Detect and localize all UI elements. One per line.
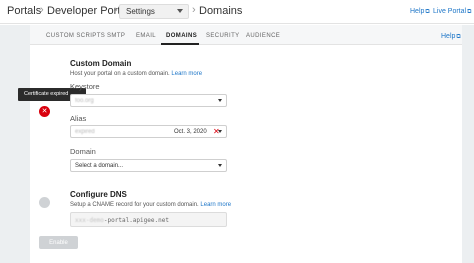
custom-domain-learn-more-link[interactable]: Learn more xyxy=(171,71,202,77)
configure-dns-learn-more-link[interactable]: Learn more xyxy=(200,202,231,208)
dns-step-indicator xyxy=(39,197,50,208)
help-link[interactable]: Help⧉ xyxy=(410,8,430,16)
alias-select[interactable]: expired Oct. 3, 2020 ✕ xyxy=(70,125,227,138)
chevron-down-icon xyxy=(218,99,222,102)
error-x-icon[interactable]: ✕ xyxy=(39,106,50,117)
alias-value: expired xyxy=(75,129,95,135)
tab-audience[interactable]: AUDIENCE xyxy=(246,33,280,39)
alias-expiry-date: Oct. 3, 2020 xyxy=(174,129,207,135)
tab-email[interactable]: EMAIL xyxy=(136,33,156,39)
configure-dns-description: Setup a CNAME record for your custom dom… xyxy=(70,202,231,208)
panel-help-link[interactable]: Help⧉ xyxy=(441,33,461,41)
tab-custom-scripts[interactable]: CUSTOM SCRIPTS xyxy=(46,33,105,39)
custom-domain-description: Host your portal on a custom domain. Lea… xyxy=(70,71,202,77)
breadcrumb-separator: › xyxy=(40,4,44,16)
live-portal-link-label: Live Portal xyxy=(433,8,467,15)
cname-prefix: xxx-demo xyxy=(75,217,104,224)
help-link-label: Help xyxy=(410,8,425,15)
cname-value-field[interactable]: xxx-demo-portal.apigee.net xyxy=(70,212,227,227)
breadcrumb-separator: › xyxy=(114,4,118,16)
custom-domain-title: Custom Domain xyxy=(70,59,132,68)
cname-suffix: -portal.apigee.net xyxy=(103,217,169,224)
right-gutter xyxy=(462,25,474,263)
domain-select[interactable]: Select a domain... xyxy=(70,159,227,172)
settings-tabs: CUSTOM SCRIPTS SMTP EMAIL DOMAINS SECURI… xyxy=(30,25,462,45)
active-tab-indicator xyxy=(161,43,199,45)
domain-select-placeholder: Select a domain... xyxy=(75,163,124,169)
chevron-down-icon xyxy=(218,164,222,167)
alias-label: Alias xyxy=(70,114,87,123)
panel-help-label: Help xyxy=(441,33,456,40)
live-portal-link[interactable]: Live Portal⧉ xyxy=(433,8,471,16)
breadcrumb-portals[interactable]: Portals xyxy=(7,5,41,17)
external-link-icon: ⧉ xyxy=(425,9,430,15)
keystore-select[interactable]: foo.org xyxy=(70,94,227,107)
tab-domains[interactable]: DOMAINS xyxy=(166,33,197,39)
external-link-icon: ⧉ xyxy=(456,34,461,40)
page-title: Domains xyxy=(199,5,243,17)
chevron-down-icon xyxy=(177,9,183,13)
tab-smtp[interactable]: SMTP xyxy=(107,33,125,39)
top-bar: Portals › Developer Portal › Settings › … xyxy=(0,0,474,24)
custom-domain-description-text: Host your portal on a custom domain. xyxy=(70,71,170,77)
settings-select[interactable]: Settings xyxy=(119,4,189,19)
keystore-value: foo.org xyxy=(75,98,94,104)
configure-dns-title: Configure DNS xyxy=(70,190,127,199)
left-gutter xyxy=(0,25,30,263)
breadcrumb-separator: › xyxy=(192,4,196,16)
chevron-down-icon xyxy=(218,130,222,133)
enable-button[interactable]: Enable xyxy=(39,236,78,249)
settings-select-value: Settings xyxy=(126,7,155,16)
external-link-icon: ⧉ xyxy=(467,9,472,15)
tab-security[interactable]: SECURITY xyxy=(206,33,240,39)
configure-dns-description-text: Setup a CNAME record for your custom dom… xyxy=(70,202,199,208)
domain-label: Domain xyxy=(70,147,96,156)
keystore-label: Keystore xyxy=(70,82,100,91)
